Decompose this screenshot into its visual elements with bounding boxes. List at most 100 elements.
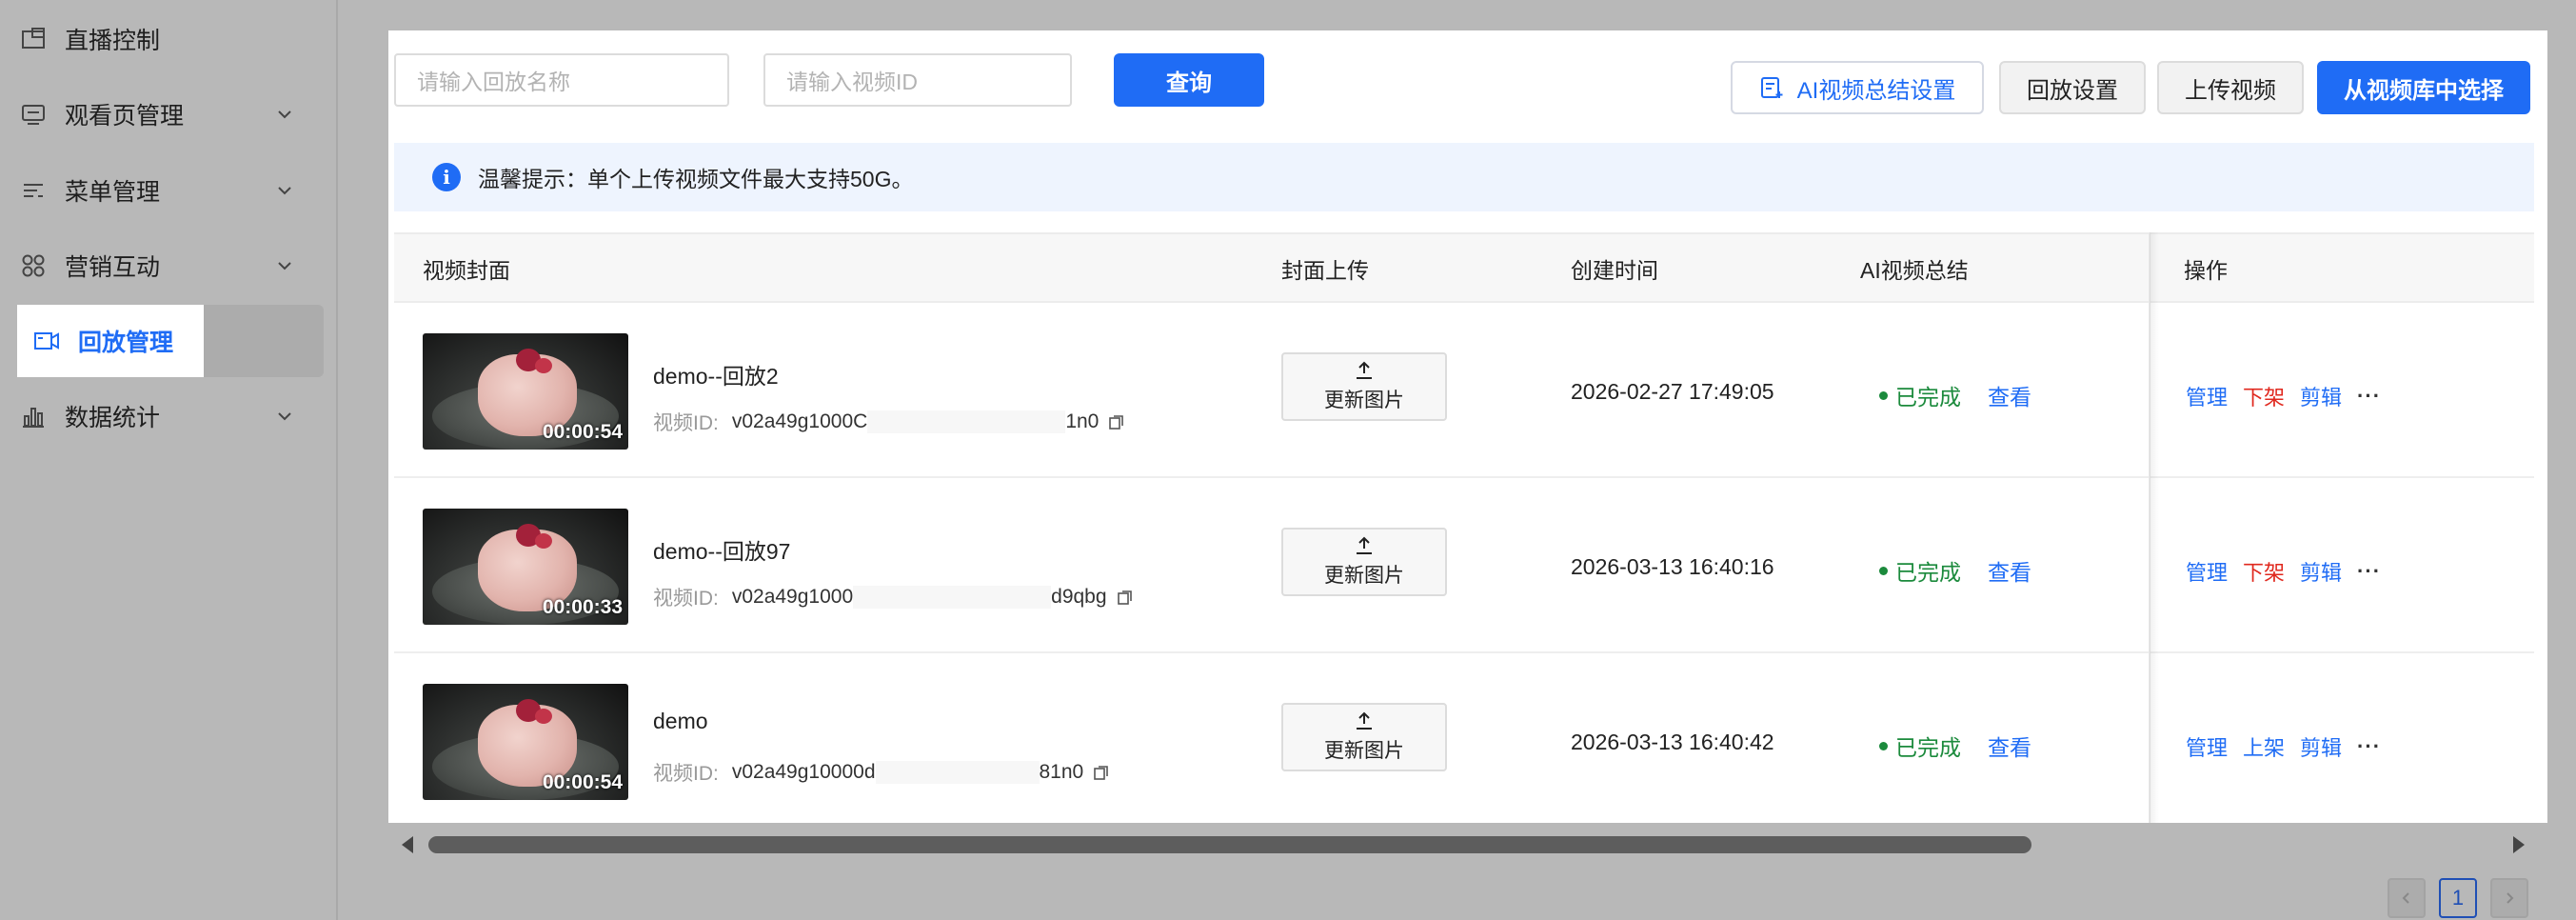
replay-settings-label: 回放设置 (2027, 77, 2118, 104)
edit-clip-link[interactable]: 剪辑 (2300, 381, 2342, 411)
page-number-button[interactable]: 1 (2439, 878, 2477, 918)
video-cover-thumbnail[interactable]: 00:00:54 (423, 333, 628, 450)
replay-settings-button[interactable]: 回放设置 (1999, 61, 2146, 114)
header-ai-summary: AI视频总结 (1860, 258, 1969, 283)
video-id: 视频ID: v02a49g1000C 1n0 (653, 408, 1125, 436)
ai-summary-settings-button[interactable]: AI视频总结设置 (1731, 61, 1984, 114)
choose-from-library-label: 从视频库中选择 (2344, 77, 2504, 104)
replay-management-panel: 请输入回放名称 请输入视频ID 查询 AI视频总结设置 回放设置 上传视频 从视… (388, 30, 2547, 823)
video-id-suffix: 81n0 (1039, 761, 1084, 783)
sidebar-item-watch-page[interactable]: 观看页管理 (17, 79, 324, 150)
prev-page-button[interactable] (2388, 878, 2426, 918)
update-cover-button[interactable]: 更新图片 (1281, 528, 1447, 596)
manage-link[interactable]: 管理 (2186, 556, 2228, 587)
replay-name-input[interactable]: 请输入回放名称 (394, 53, 729, 107)
view-summary-link[interactable]: 查看 (1988, 379, 2031, 411)
created-time: 2026-03-13 16:40:42 (1571, 730, 1774, 754)
notice-text: 温馨提示：单个上传视频文件最大支持50G。 (478, 167, 914, 191)
video-name: demo--回放97 (653, 539, 791, 564)
upload-icon (1357, 711, 1372, 730)
chevron-down-icon (278, 262, 291, 270)
next-page-button[interactable] (2490, 878, 2528, 918)
menu-list-icon (17, 174, 50, 207)
ai-summary-settings-label: AI视频总结设置 (1796, 77, 1956, 104)
more-actions-icon[interactable]: ··· (2357, 559, 2381, 584)
update-cover-button[interactable]: 更新图片 (1281, 703, 1447, 771)
sidebar-item-label: 直播控制 (65, 28, 161, 54)
chevron-down-icon (278, 412, 291, 421)
edit-clip-link[interactable]: 剪辑 (2300, 556, 2342, 587)
redacted-block (875, 761, 1040, 784)
video-id-label: 视频ID: (653, 588, 719, 610)
sidebar-item-label: 营销互动 (65, 254, 161, 281)
chevron-down-icon (278, 187, 291, 195)
sidebar-item-label: 数据统计 (65, 405, 161, 431)
scroll-left-arrow-icon[interactable] (402, 836, 413, 853)
unpublish-link[interactable]: 下架 (2243, 381, 2285, 411)
replay-name-placeholder: 请输入回放名称 (417, 70, 570, 94)
update-cover-button[interactable]: 更新图片 (1281, 352, 1447, 421)
sidebar-item-live-control[interactable]: 直播控制 (17, 4, 324, 74)
copy-icon[interactable] (1093, 764, 1110, 781)
view-summary-link[interactable]: 查看 (1988, 554, 2031, 587)
status-text: 已完成 (1895, 735, 1961, 760)
sidebar-item-label: 观看页管理 (65, 103, 185, 130)
update-cover-label: 更新图片 (1324, 740, 1404, 762)
video-id: 视频ID: v02a49g10000d 81n0 (653, 758, 1110, 787)
more-actions-icon[interactable]: ··· (2357, 734, 2381, 759)
row-actions: 管理 上架 剪辑 ··· (2186, 731, 2396, 762)
fixed-column-shadow (2150, 232, 2159, 823)
edit-clip-link[interactable]: 剪辑 (2300, 731, 2342, 762)
live-control-icon (17, 23, 50, 55)
publish-link[interactable]: 上架 (2243, 731, 2285, 762)
video-id-prefix: v02a49g10000d (731, 761, 876, 783)
view-summary-link[interactable]: 查看 (1988, 730, 2031, 762)
choose-from-library-button[interactable]: 从视频库中选择 (2317, 61, 2530, 114)
video-id: 视频ID: v02a49g1000 d9qbg (653, 583, 1134, 611)
header-created-time: 创建时间 (1571, 258, 1658, 283)
sidebar-item-statistics[interactable]: 数据统计 (17, 381, 324, 451)
upload-video-button[interactable]: 上传视频 (2157, 61, 2304, 114)
unpublish-link[interactable]: 下架 (2243, 556, 2285, 587)
chevron-down-icon (278, 110, 291, 119)
status-text: 已完成 (1895, 385, 1961, 410)
video-id-suffix: 1n0 (1065, 410, 1100, 432)
sidebar-item-replay[interactable]: 回放管理 (17, 305, 204, 377)
redacted-block (853, 586, 1052, 609)
video-cover-thumbnail[interactable]: 00:00:54 (423, 684, 628, 800)
manage-link[interactable]: 管理 (2186, 731, 2228, 762)
video-id-label: 视频ID: (653, 412, 719, 434)
scrollbar-thumb[interactable] (428, 836, 2031, 853)
horizontal-scrollbar[interactable] (388, 830, 2547, 859)
ai-document-icon (1759, 75, 1784, 100)
current-page-number: 1 (2451, 886, 2465, 910)
more-actions-icon[interactable]: ··· (2357, 384, 2381, 409)
search-button[interactable]: 查询 (1114, 53, 1264, 107)
sidebar: 直播控制 观看页管理 菜单管理 营销互动 回放管理 数据统计 (0, 0, 338, 920)
header-cover: 视频封面 (423, 258, 510, 283)
sidebar-item-menu[interactable]: 菜单管理 (17, 155, 324, 226)
video-cover-thumbnail[interactable]: 00:00:33 (423, 509, 628, 625)
copy-icon[interactable] (1117, 589, 1134, 606)
status-dot (1879, 566, 1888, 575)
replay-table: 视频封面 封面上传 创建时间 AI视频总结 操作 00:00:54 demo--… (394, 232, 2534, 823)
sidebar-item-marketing[interactable]: 营销互动 (17, 230, 324, 301)
chevron-right-icon (2507, 892, 2514, 904)
upload-icon (1357, 536, 1372, 554)
copy-icon[interactable] (1108, 413, 1125, 430)
video-id-prefix: v02a49g1000 (731, 586, 854, 608)
info-icon: i (432, 163, 461, 191)
update-cover-label: 更新图片 (1324, 390, 1404, 411)
manage-link[interactable]: 管理 (2186, 381, 2228, 411)
scroll-right-arrow-icon[interactable] (2513, 836, 2525, 853)
status-text: 已完成 (1895, 560, 1961, 585)
video-id-input[interactable]: 请输入视频ID (763, 53, 1072, 107)
row-actions: 管理 下架 剪辑 ··· (2186, 556, 2396, 587)
upload-size-notice: i 温馨提示：单个上传视频文件最大支持50G。 (394, 143, 2534, 211)
search-button-label: 查询 (1166, 70, 1212, 96)
video-name: demo (653, 709, 708, 733)
created-time: 2026-03-13 16:40:16 (1571, 554, 1774, 579)
sidebar-item-label: 回放管理 (78, 330, 174, 356)
redacted-block (867, 410, 1066, 433)
created-time: 2026-02-27 17:49:05 (1571, 379, 1774, 404)
